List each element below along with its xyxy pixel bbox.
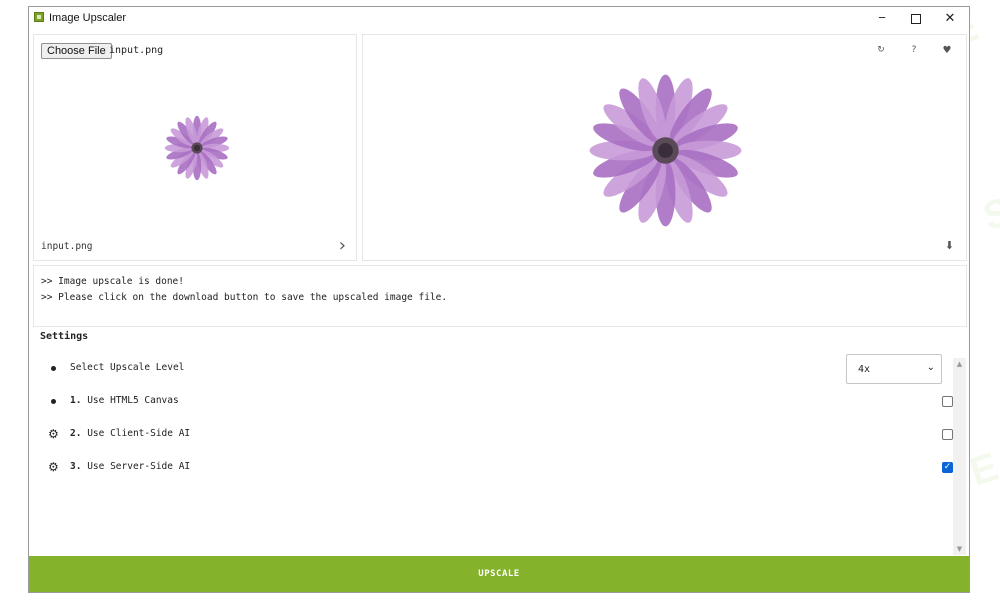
server-side-ai-checkbox[interactable]: ✓: [942, 462, 953, 473]
upscale-level-label: Select Upscale Level: [70, 362, 185, 373]
upscale-button[interactable]: UPSCALE: [29, 556, 969, 592]
input-image-panel: Choose File input.png input.png ›: [33, 34, 357, 261]
bullet-icon: [51, 366, 56, 371]
settings-title: Settings: [40, 331, 89, 342]
upscale-level-row: Select Upscale Level: [47, 360, 947, 380]
option-html5-label: 1. Use HTML5 Canvas: [70, 395, 179, 406]
log-panel: >> Image upscale is done! >> Please clic…: [33, 265, 967, 327]
help-icon[interactable]: ?: [907, 45, 921, 55]
selected-file-name: input.png: [109, 45, 164, 56]
close-button[interactable]: ✕: [933, 7, 967, 29]
option-number: 1.: [70, 395, 82, 406]
scroll-down-icon[interactable]: ▼: [953, 543, 966, 555]
input-image-preview: [164, 115, 230, 181]
title-bar: Image Upscaler − ✕: [29, 7, 969, 29]
maximize-button[interactable]: [899, 7, 933, 29]
option-server-ai-label: 3. Use Server-Side AI: [70, 461, 190, 472]
settings-scrollbar[interactable]: ▲ ▼: [953, 358, 966, 555]
maximize-icon: [911, 13, 921, 24]
gear-icon: ⚙: [48, 427, 59, 441]
chevron-down-icon: ⌄: [926, 362, 935, 373]
log-line: >> Image upscale is done!: [41, 276, 184, 287]
bullet-icon: [51, 399, 56, 404]
flower-core: [658, 143, 673, 158]
download-icon[interactable]: ⬇: [945, 239, 954, 252]
option-client-ai-label: 2. Use Client-Side AI: [70, 428, 190, 439]
upscale-level-select[interactable]: 4x ⌄: [846, 354, 942, 384]
option-text: Use HTML5 Canvas: [87, 395, 179, 406]
html5-canvas-checkbox[interactable]: [942, 396, 953, 407]
output-image-preview: [589, 74, 742, 227]
option-number: 3.: [70, 461, 82, 472]
app-icon: [34, 12, 44, 22]
heart-icon[interactable]: ♥: [940, 45, 954, 56]
refresh-icon[interactable]: ↻: [874, 45, 888, 55]
window-title: Image Upscaler: [49, 12, 127, 24]
upscale-level-value: 4x: [858, 364, 871, 375]
minimize-button[interactable]: −: [865, 7, 899, 29]
client-side-ai-checkbox[interactable]: [942, 429, 953, 440]
option-text: Use Server-Side AI: [87, 461, 191, 472]
app-window: Image Upscaler − ✕ Choose File input.png…: [28, 6, 970, 593]
log-line: >> Please click on the download button t…: [41, 292, 448, 303]
option-html5-canvas-row: 1. Use HTML5 Canvas: [47, 393, 953, 413]
scroll-up-icon[interactable]: ▲: [953, 358, 966, 370]
option-client-ai-row: ⚙ 2. Use Client-Side AI: [47, 426, 953, 446]
input-image-caption: input.png: [41, 241, 93, 252]
output-image-panel: ↻ ? ♥ ⬇: [362, 34, 967, 261]
choose-file-button[interactable]: Choose File: [41, 43, 112, 59]
flower-core: [193, 144, 201, 152]
next-arrow-icon[interactable]: ›: [339, 237, 346, 255]
gear-icon: ⚙: [48, 460, 59, 474]
option-server-ai-row: ⚙ 3. Use Server-Side AI ✓: [47, 459, 953, 479]
option-text: Use Client-Side AI: [87, 428, 191, 439]
option-number: 2.: [70, 428, 82, 439]
